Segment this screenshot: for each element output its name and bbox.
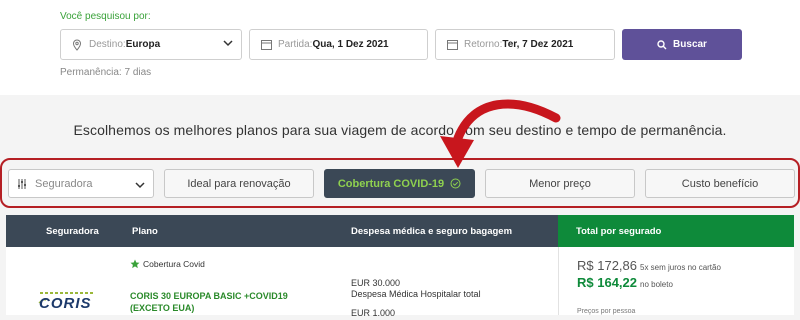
page-headline: Escolhemos os melhores planos para sua v… [73, 122, 727, 138]
boleto-price: R$ 164,22 no boleto [577, 275, 673, 290]
chevron-down-icon [135, 180, 145, 192]
check-circle-icon [450, 178, 461, 189]
departure-field[interactable]: Partida: Qua, 1 Dez 2021 [249, 29, 428, 60]
search-icon [657, 39, 667, 49]
covid-coverage-tag: Cobertura Covid [130, 259, 205, 269]
departure-value: Qua, 1 Dez 2021 [312, 39, 389, 50]
return-label: Retorno: [464, 39, 503, 50]
destination-field[interactable]: Destino: Europa [60, 29, 242, 60]
filter-icon [17, 178, 27, 189]
card-price-note: 5x sem juros no cartão [640, 263, 721, 272]
stay-duration: Permanência: 7 dias [60, 67, 152, 78]
card-price: R$ 172,86 5x sem juros no cartão [577, 258, 721, 273]
calendar-icon [260, 39, 272, 51]
medical-expense-value: EUR 30.000 [351, 278, 401, 288]
filter-covid-label: Cobertura COVID-19 [337, 177, 445, 190]
return-field[interactable]: Retorno: Ter, 7 Dez 2021 [435, 29, 615, 60]
column-header-expenses: Despesa médica e seguro bagagem [351, 226, 513, 237]
star-icon [130, 259, 140, 269]
medical-expense-label: Despesa Médica Hospitalar total [351, 289, 481, 299]
insurer-select-placeholder: Seguradora [35, 177, 93, 190]
filter-cost-benefit-button[interactable]: Custo benefício [645, 169, 795, 198]
per-person-note: Preços por pessoa [577, 308, 636, 315]
covid-coverage-label: Cobertura Covid [143, 259, 205, 269]
destination-label: Destino: [89, 39, 126, 50]
table-header: Seguradora Plano Despesa médica e seguro… [6, 215, 558, 247]
calendar-icon [446, 39, 458, 51]
column-header-insurer: Seguradora [46, 226, 99, 237]
medical-expense: EUR 30.000 Despesa Médica Hospitalar tot… [351, 278, 481, 300]
search-button-label: Buscar [673, 39, 707, 50]
departure-label: Partida: [278, 39, 313, 50]
destination-value: Europa [125, 39, 161, 50]
baggage-expense-value: EUR 1.000 [351, 308, 396, 318]
insurer-logo-text: CORIS [39, 295, 92, 312]
plan-name[interactable]: CORIS 30 EUROPA BASIC +COVID19 (EXCETO E… [130, 290, 330, 314]
return-value: Ter, 7 Dez 2021 [502, 39, 574, 50]
searched-label: Você pesquisou por: [60, 11, 151, 22]
boleto-price-note: no boleto [640, 280, 673, 289]
filter-covid-button[interactable]: Cobertura COVID-19 [324, 169, 475, 198]
total-price-cell: R$ 172,86 5x sem juros no cartão R$ 164,2… [558, 247, 794, 315]
search-button[interactable]: Buscar [622, 29, 742, 60]
filter-lowest-price-button[interactable]: Menor preço [485, 169, 635, 198]
insurer-logo: CORIS [36, 289, 116, 315]
column-header-total: Total por segurado [576, 226, 662, 237]
location-pin-icon [71, 38, 83, 51]
insurer-select[interactable]: Seguradora [8, 169, 154, 198]
search-summary-panel: Você pesquisou por: Destino: Europa Part… [0, 0, 800, 95]
table-row[interactable]: CORIS Cobertura Covid CORIS 30 EUROPA BA… [6, 247, 558, 318]
column-header-plan: Plano [132, 226, 158, 237]
card-price-value: R$ 172,86 [577, 258, 637, 273]
filter-renewal-button[interactable]: Ideal para renovação [164, 169, 314, 198]
boleto-price-value: R$ 164,22 [577, 275, 637, 290]
chevron-down-icon [223, 39, 233, 50]
column-header-total-box: Total por segurado [558, 215, 794, 247]
